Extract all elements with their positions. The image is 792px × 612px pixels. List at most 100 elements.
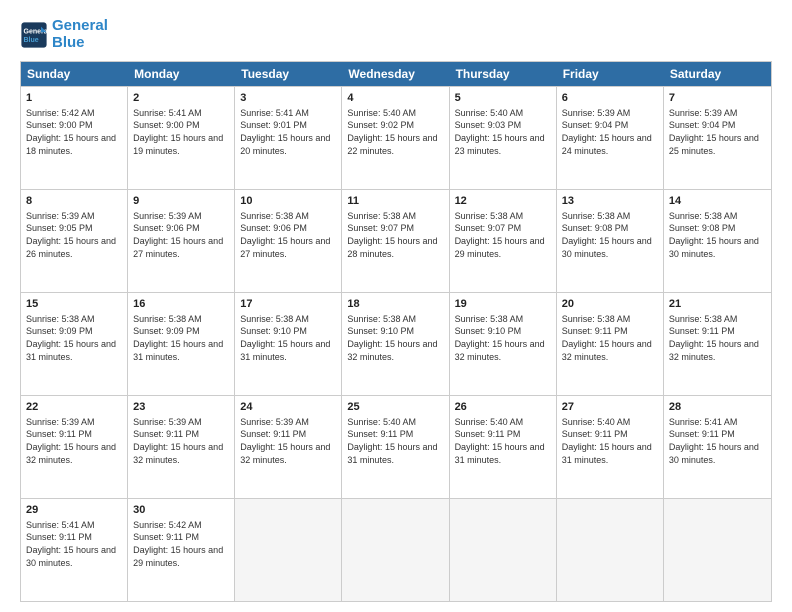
day-number: 24 [240,400,336,415]
day-cell-30: 30Sunrise: 5:42 AMSunset: 9:11 PMDayligh… [128,499,235,601]
day-number: 15 [26,297,122,312]
day-info: Sunrise: 5:38 AMSunset: 9:10 PMDaylight:… [240,313,336,363]
header-cell-wednesday: Wednesday [342,62,449,86]
day-info: Sunrise: 5:42 AMSunset: 9:11 PMDaylight:… [133,519,229,569]
day-info: Sunrise: 5:39 AMSunset: 9:04 PMDaylight:… [562,107,658,157]
day-info: Sunrise: 5:38 AMSunset: 9:07 PMDaylight:… [455,210,551,260]
empty-cell [557,499,664,601]
day-cell-9: 9Sunrise: 5:39 AMSunset: 9:06 PMDaylight… [128,190,235,292]
header-cell-sunday: Sunday [21,62,128,86]
day-info: Sunrise: 5:39 AMSunset: 9:11 PMDaylight:… [133,416,229,466]
day-number: 5 [455,91,551,106]
day-number: 4 [347,91,443,106]
day-cell-15: 15Sunrise: 5:38 AMSunset: 9:09 PMDayligh… [21,293,128,395]
day-cell-28: 28Sunrise: 5:41 AMSunset: 9:11 PMDayligh… [664,396,771,498]
day-cell-13: 13Sunrise: 5:38 AMSunset: 9:08 PMDayligh… [557,190,664,292]
calendar-week-5: 29Sunrise: 5:41 AMSunset: 9:11 PMDayligh… [21,498,771,601]
day-number: 12 [455,194,551,209]
calendar-grid: SundayMondayTuesdayWednesdayThursdayFrid… [20,61,772,602]
day-number: 1 [26,91,122,106]
header-cell-saturday: Saturday [664,62,771,86]
calendar-week-1: 1Sunrise: 5:42 AMSunset: 9:00 PMDaylight… [21,86,771,189]
day-cell-20: 20Sunrise: 5:38 AMSunset: 9:11 PMDayligh… [557,293,664,395]
day-cell-29: 29Sunrise: 5:41 AMSunset: 9:11 PMDayligh… [21,499,128,601]
header-cell-thursday: Thursday [450,62,557,86]
day-cell-6: 6Sunrise: 5:39 AMSunset: 9:04 PMDaylight… [557,87,664,189]
day-number: 25 [347,400,443,415]
day-info: Sunrise: 5:41 AMSunset: 9:11 PMDaylight:… [669,416,766,466]
day-info: Sunrise: 5:41 AMSunset: 9:11 PMDaylight:… [26,519,122,569]
day-info: Sunrise: 5:40 AMSunset: 9:11 PMDaylight:… [562,416,658,466]
day-info: Sunrise: 5:39 AMSunset: 9:11 PMDaylight:… [26,416,122,466]
calendar-week-3: 15Sunrise: 5:38 AMSunset: 9:09 PMDayligh… [21,292,771,395]
empty-cell [664,499,771,601]
calendar-week-4: 22Sunrise: 5:39 AMSunset: 9:11 PMDayligh… [21,395,771,498]
day-number: 19 [455,297,551,312]
day-info: Sunrise: 5:39 AMSunset: 9:05 PMDaylight:… [26,210,122,260]
day-info: Sunrise: 5:40 AMSunset: 9:02 PMDaylight:… [347,107,443,157]
day-info: Sunrise: 5:38 AMSunset: 9:09 PMDaylight:… [26,313,122,363]
day-info: Sunrise: 5:38 AMSunset: 9:06 PMDaylight:… [240,210,336,260]
day-cell-17: 17Sunrise: 5:38 AMSunset: 9:10 PMDayligh… [235,293,342,395]
day-cell-26: 26Sunrise: 5:40 AMSunset: 9:11 PMDayligh… [450,396,557,498]
svg-text:Blue: Blue [24,37,39,44]
day-number: 28 [669,400,766,415]
day-cell-10: 10Sunrise: 5:38 AMSunset: 9:06 PMDayligh… [235,190,342,292]
day-number: 27 [562,400,658,415]
calendar-week-2: 8Sunrise: 5:39 AMSunset: 9:05 PMDaylight… [21,189,771,292]
day-number: 2 [133,91,229,106]
day-number: 26 [455,400,551,415]
calendar-header-row: SundayMondayTuesdayWednesdayThursdayFrid… [21,62,771,86]
day-cell-4: 4Sunrise: 5:40 AMSunset: 9:02 PMDaylight… [342,87,449,189]
day-cell-8: 8Sunrise: 5:39 AMSunset: 9:05 PMDaylight… [21,190,128,292]
day-number: 22 [26,400,122,415]
day-number: 9 [133,194,229,209]
day-cell-16: 16Sunrise: 5:38 AMSunset: 9:09 PMDayligh… [128,293,235,395]
header-cell-friday: Friday [557,62,664,86]
day-cell-11: 11Sunrise: 5:38 AMSunset: 9:07 PMDayligh… [342,190,449,292]
day-info: Sunrise: 5:38 AMSunset: 9:11 PMDaylight:… [562,313,658,363]
day-info: Sunrise: 5:38 AMSunset: 9:10 PMDaylight:… [347,313,443,363]
empty-cell [235,499,342,601]
empty-cell [450,499,557,601]
header-cell-monday: Monday [128,62,235,86]
day-number: 16 [133,297,229,312]
day-number: 7 [669,91,766,106]
day-info: Sunrise: 5:40 AMSunset: 9:11 PMDaylight:… [455,416,551,466]
page-header: General Blue GeneralBlue [20,18,772,51]
day-info: Sunrise: 5:40 AMSunset: 9:03 PMDaylight:… [455,107,551,157]
day-number: 8 [26,194,122,209]
header-cell-tuesday: Tuesday [235,62,342,86]
day-cell-18: 18Sunrise: 5:38 AMSunset: 9:10 PMDayligh… [342,293,449,395]
day-info: Sunrise: 5:39 AMSunset: 9:04 PMDaylight:… [669,107,766,157]
day-info: Sunrise: 5:38 AMSunset: 9:11 PMDaylight:… [669,313,766,363]
day-number: 13 [562,194,658,209]
day-info: Sunrise: 5:41 AMSunset: 9:01 PMDaylight:… [240,107,336,157]
day-number: 3 [240,91,336,106]
empty-cell [342,499,449,601]
day-info: Sunrise: 5:38 AMSunset: 9:07 PMDaylight:… [347,210,443,260]
day-info: Sunrise: 5:38 AMSunset: 9:10 PMDaylight:… [455,313,551,363]
day-number: 10 [240,194,336,209]
day-cell-7: 7Sunrise: 5:39 AMSunset: 9:04 PMDaylight… [664,87,771,189]
day-number: 11 [347,194,443,209]
day-cell-25: 25Sunrise: 5:40 AMSunset: 9:11 PMDayligh… [342,396,449,498]
day-info: Sunrise: 5:38 AMSunset: 9:09 PMDaylight:… [133,313,229,363]
logo: General Blue GeneralBlue [20,18,108,51]
day-info: Sunrise: 5:42 AMSunset: 9:00 PMDaylight:… [26,107,122,157]
day-info: Sunrise: 5:38 AMSunset: 9:08 PMDaylight:… [562,210,658,260]
day-info: Sunrise: 5:41 AMSunset: 9:00 PMDaylight:… [133,107,229,157]
day-number: 20 [562,297,658,312]
day-cell-19: 19Sunrise: 5:38 AMSunset: 9:10 PMDayligh… [450,293,557,395]
day-number: 23 [133,400,229,415]
day-number: 21 [669,297,766,312]
logo-text: GeneralBlue [52,18,108,51]
day-info: Sunrise: 5:39 AMSunset: 9:06 PMDaylight:… [133,210,229,260]
day-cell-5: 5Sunrise: 5:40 AMSunset: 9:03 PMDaylight… [450,87,557,189]
day-cell-1: 1Sunrise: 5:42 AMSunset: 9:00 PMDaylight… [21,87,128,189]
day-info: Sunrise: 5:38 AMSunset: 9:08 PMDaylight:… [669,210,766,260]
day-info: Sunrise: 5:39 AMSunset: 9:11 PMDaylight:… [240,416,336,466]
day-number: 17 [240,297,336,312]
day-number: 30 [133,503,229,518]
day-cell-22: 22Sunrise: 5:39 AMSunset: 9:11 PMDayligh… [21,396,128,498]
